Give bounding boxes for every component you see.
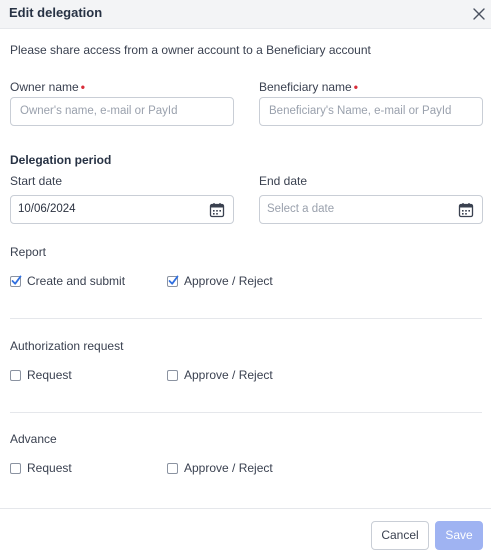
save-button[interactable]: Save — [435, 521, 483, 550]
authorization-request-title: Authorization request — [10, 339, 124, 353]
report-title: Report — [10, 245, 47, 259]
authorization-request-option[interactable]: Request — [10, 368, 72, 382]
dialog-header: Edit delegation — [0, 0, 491, 29]
checkbox-label: Request — [27, 461, 72, 475]
required-marker: • — [353, 80, 358, 94]
owner-name-label: Owner name • — [10, 80, 85, 94]
checkbox[interactable] — [10, 462, 21, 474]
section-divider — [10, 412, 482, 413]
authorization-approve-reject-option[interactable]: Approve / Reject — [167, 368, 273, 382]
close-icon — [473, 8, 485, 20]
checkbox[interactable] — [167, 369, 178, 381]
end-date-placeholder: Select a date — [267, 203, 335, 215]
check-icon — [11, 275, 22, 285]
calendar-icon[interactable] — [458, 202, 474, 218]
checkbox-label: Approve / Reject — [184, 274, 273, 288]
delegation-period-title: Delegation period — [10, 153, 112, 167]
end-date-input[interactable]: Select a date — [259, 195, 483, 224]
start-date-label: Start date — [10, 174, 63, 188]
checkbox[interactable] — [167, 462, 178, 474]
dialog-title: Edit delegation — [9, 5, 103, 20]
footer-divider — [0, 508, 491, 509]
section-divider — [10, 318, 482, 319]
checkbox-label: Approve / Reject — [184, 461, 273, 475]
checkbox-label: Request — [27, 368, 72, 382]
checkbox-label: Approve / Reject — [184, 368, 273, 382]
checkbox[interactable] — [10, 369, 21, 381]
required-marker: • — [80, 80, 85, 94]
checkbox[interactable] — [167, 275, 179, 287]
close-button[interactable] — [470, 5, 488, 23]
check-icon — [168, 275, 179, 285]
owner-name-input[interactable]: Owner's name, e-mail or PayId — [10, 97, 234, 126]
dialog-intro: Please share access from a owner account… — [10, 43, 371, 57]
advance-approve-reject-option[interactable]: Approve / Reject — [167, 461, 273, 475]
start-date-input[interactable]: 10/06/2024 — [10, 195, 234, 224]
checkbox[interactable] — [10, 275, 22, 287]
report-approve-reject-option[interactable]: Approve / Reject — [167, 274, 273, 288]
advance-request-option[interactable]: Request — [10, 461, 72, 475]
checkbox-label: Create and submit — [27, 274, 126, 288]
end-date-label: End date — [259, 174, 308, 188]
beneficiary-name-input[interactable]: Beneficiary's Name, e-mail or PayId — [259, 97, 483, 126]
start-date-value: 10/06/2024 — [18, 203, 76, 215]
beneficiary-name-label: Beneficiary name • — [259, 80, 358, 94]
cancel-button[interactable]: Cancel — [371, 521, 429, 550]
report-create-submit-option[interactable]: Create and submit — [10, 274, 125, 288]
advance-title: Advance — [10, 432, 57, 446]
calendar-icon[interactable] — [209, 202, 225, 218]
